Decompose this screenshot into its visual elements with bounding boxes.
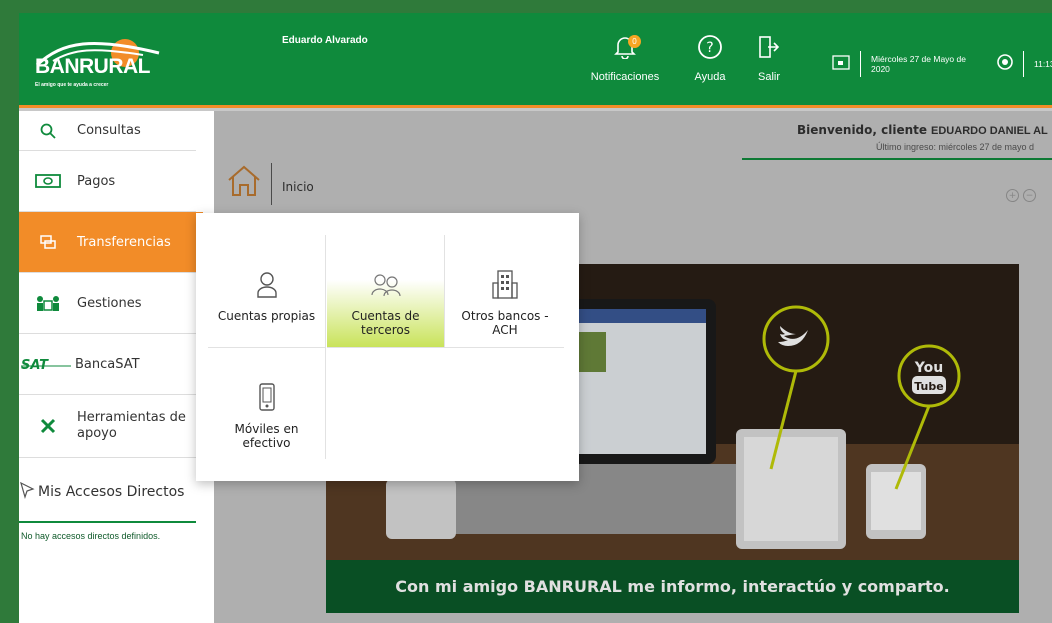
help-button[interactable]: ? Ayuda xyxy=(687,33,733,93)
pointer-icon xyxy=(19,481,35,503)
help-icon: ? xyxy=(697,33,723,61)
sidebar-item-label: BancaSAT xyxy=(75,356,140,372)
sat-logo: SAT xyxy=(19,357,75,371)
sidebar-item-pagos[interactable]: Pagos xyxy=(19,151,196,212)
date-time-box: Miércoles 27 de Mayo de 2020 11:13 xyxy=(832,51,1052,77)
sidebar-item-label: Transferencias xyxy=(77,234,171,250)
header-bar: BANRURAL El amigo que te ayuda a crecer … xyxy=(19,13,1052,108)
sidebar-item-herramientas[interactable]: Herramientas de apoyo xyxy=(19,395,196,458)
sidebar-item-transferencias[interactable]: Transferencias xyxy=(19,212,212,273)
submenu-item-label: Cuentas propias xyxy=(217,309,316,323)
notifications-button[interactable]: 0 Notificaciones xyxy=(586,33,664,93)
submenu-item-moviles-efectivo[interactable]: Móviles en efectivo xyxy=(208,347,326,459)
exit-label: Salir xyxy=(757,71,780,83)
sidebar-item-consultas[interactable]: Consultas xyxy=(19,111,196,151)
exit-icon xyxy=(758,33,780,61)
help-label: Ayuda xyxy=(694,71,726,83)
money-icon xyxy=(19,173,77,189)
current-date: Miércoles 27 de Mayo de 2020 xyxy=(871,54,966,74)
submenu-item-label: Cuentas de terceros xyxy=(351,309,420,337)
person-icon xyxy=(256,269,278,299)
page-background: BANRURAL El amigo que te ayuda a crecer … xyxy=(0,0,1052,623)
clock-icon xyxy=(997,53,1013,75)
brand-tagline: El amigo que te ayuda a crecer xyxy=(35,82,109,88)
shortcuts-empty-message: No hay accesos directos definidos. xyxy=(21,531,161,541)
submenu-item-label: Móviles en efectivo xyxy=(234,422,299,450)
mobile-icon xyxy=(258,382,276,412)
user-name: Eduardo Alvarado xyxy=(282,35,368,46)
notification-count-badge: 0 xyxy=(628,35,641,48)
exit-button[interactable]: Salir xyxy=(749,33,789,93)
divider xyxy=(327,347,564,348)
sidebar-item-gestiones[interactable]: Gestiones xyxy=(19,273,196,334)
divider xyxy=(19,521,196,523)
sidebar-item-label: Gestiones xyxy=(77,295,142,311)
shortcuts-title-label: Mis Accesos Directos xyxy=(38,484,185,500)
sidebar: Consultas Pagos Transferencias Gestiones… xyxy=(19,111,214,623)
sidebar-item-bancasat[interactable]: SAT BancaSAT xyxy=(19,334,196,395)
sidebar-item-label: Consultas xyxy=(77,123,141,138)
sidebar-item-label: Pagos xyxy=(77,173,116,189)
shortcuts-title: Mis Accesos Directos xyxy=(19,481,184,503)
people-icon xyxy=(19,295,77,311)
divider xyxy=(860,51,861,77)
svg-text:?: ? xyxy=(706,40,713,56)
divider xyxy=(1023,51,1024,77)
svg-text:SAT: SAT xyxy=(21,358,49,371)
current-time: 11:13 xyxy=(1034,59,1052,69)
sidebar-item-label: Herramientas de apoyo xyxy=(77,410,186,441)
calendar-icon xyxy=(832,54,850,75)
search-icon xyxy=(19,123,77,139)
submenu-item-label: Otros bancos - ACH xyxy=(461,309,549,337)
building-icon xyxy=(492,269,518,299)
app-window: BANRURAL El amigo que te ayuda a crecer … xyxy=(19,13,1052,623)
brand-name: BANRURAL xyxy=(35,55,151,78)
submenu-item-cuentas-terceros[interactable]: Cuentas de terceros xyxy=(327,235,445,347)
transfer-icon xyxy=(19,234,77,250)
notifications-label: Notificaciones xyxy=(590,71,660,83)
submenu-item-cuentas-propias[interactable]: Cuentas propias xyxy=(208,235,326,347)
tools-icon xyxy=(19,417,77,435)
people-icon xyxy=(370,269,401,299)
transferencias-submenu: Cuentas propias Cuentas de terceros Otro… xyxy=(196,213,579,481)
submenu-item-otros-bancos[interactable]: Otros bancos - ACH xyxy=(446,235,564,347)
